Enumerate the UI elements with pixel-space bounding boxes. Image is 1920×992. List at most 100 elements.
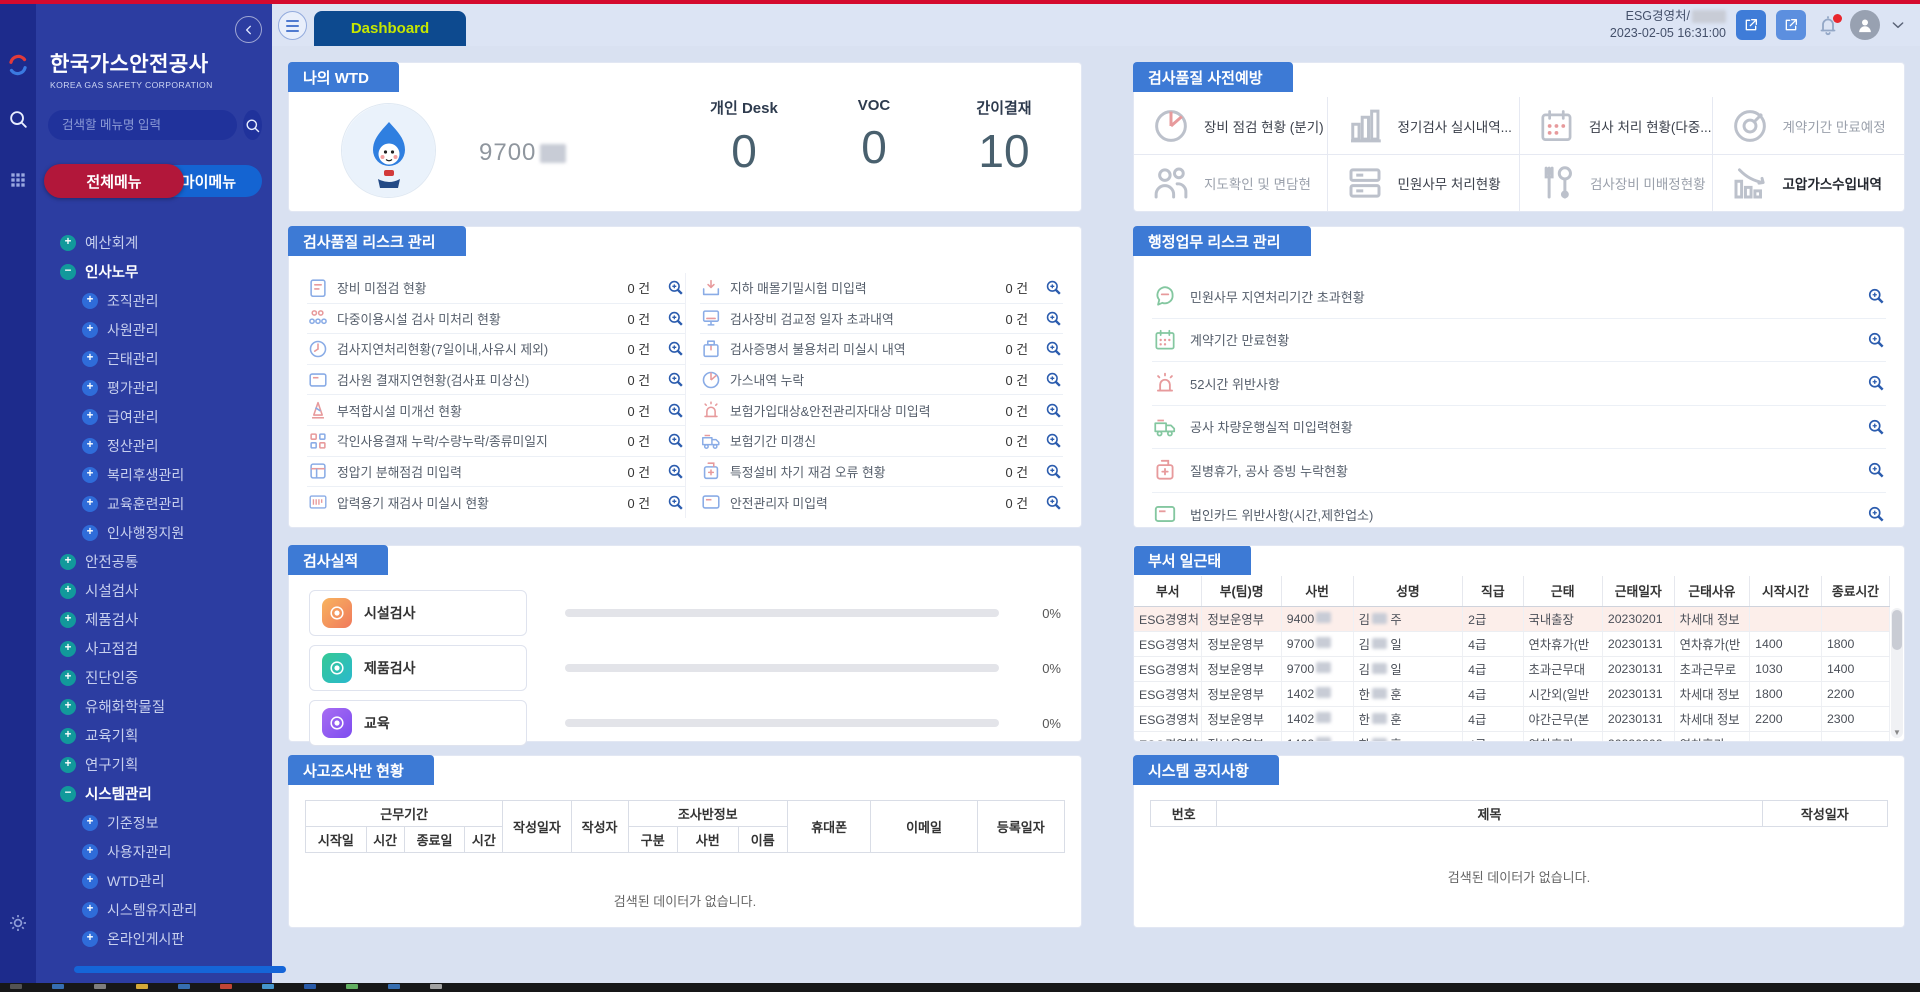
magnifier-icon[interactable] — [666, 431, 685, 450]
sidebar-item-sys-maintenance[interactable]: +시스템유지관리 — [36, 895, 272, 924]
column-header[interactable]: 직급 — [1463, 576, 1523, 606]
prevention-item-contract-expiry[interactable]: 계약기간 만료예정 — [1712, 97, 1905, 154]
admin-risk-row[interactable]: 법인카드 위반사항(시간,제한업소) — [1152, 493, 1886, 537]
stat-personal-desk[interactable]: 개인 Desk 0 — [705, 97, 783, 178]
prevention-item-guidance-interview[interactable]: 지도확인 및 면담현 — [1134, 154, 1327, 211]
column-header[interactable]: 부서 — [1134, 576, 1202, 606]
sidebar-item-research-planning[interactable]: +연구기획 — [36, 750, 272, 779]
table-row[interactable]: ESG경영처정보운영부 9400 김 주 2급국내출장 20230201차세대 … — [1134, 606, 1890, 631]
magnifier-icon[interactable] — [1044, 370, 1063, 389]
table-row[interactable]: ESG경영처정보운영부 9700 김 일 4급연차휴가(반 20230131연차… — [1134, 631, 1890, 656]
magnifier-icon[interactable] — [1866, 286, 1886, 306]
admin-risk-row[interactable]: 민원사무 지연처리기간 초과현황 — [1152, 275, 1886, 319]
magnifier-icon[interactable] — [1044, 278, 1063, 297]
sidebar-item-edu-planning[interactable]: +교육기획 — [36, 721, 272, 750]
magnifier-icon[interactable] — [666, 278, 685, 297]
table-row[interactable]: ESG경영처정보운영부 9700 김 일 4급초과근무대 20230131초과근… — [1134, 656, 1890, 681]
magnifier-icon[interactable] — [666, 462, 685, 481]
share-window-button[interactable] — [1776, 10, 1806, 40]
sidebar-item-accident-check[interactable]: +사고점검 — [36, 634, 272, 663]
hamburger-menu-icon[interactable] — [278, 11, 307, 40]
sidebar-collapse-button[interactable] — [235, 16, 262, 43]
sidebar-item-base-info[interactable]: +기준정보 — [36, 808, 272, 837]
open-window-button[interactable] — [1736, 10, 1766, 40]
table-scrollbar[interactable]: ▼ — [1891, 608, 1903, 738]
risk-row[interactable]: 지하 매몰기밀시험 미입력0 건 — [700, 273, 1063, 304]
column-header[interactable]: 사번 — [1281, 576, 1353, 606]
sidebar-item-payroll[interactable]: +급여관리 — [36, 402, 272, 431]
magnifier-icon[interactable] — [1866, 330, 1886, 350]
apps-grid-icon[interactable] — [8, 170, 28, 190]
sidebar-item-budget[interactable]: +예산회계 — [36, 228, 272, 257]
risk-row[interactable]: 정압기 분해점검 미입력0 건 — [307, 457, 685, 488]
admin-risk-row[interactable]: 공사 차량운행실적 미입력현황 — [1152, 406, 1886, 450]
magnifier-icon[interactable] — [666, 339, 685, 358]
risk-row[interactable]: 보험기간 미갱신0 건 — [700, 426, 1063, 457]
sidebar-item-hr[interactable]: −인사노무 — [36, 257, 272, 286]
perf-education-button[interactable]: 교육 — [309, 700, 527, 746]
sidebar-scrollbar[interactable] — [74, 966, 286, 973]
settings-gear-icon[interactable] — [6, 911, 30, 935]
magnifier-icon[interactable] — [1044, 462, 1063, 481]
magnifier-icon[interactable] — [1044, 339, 1063, 358]
column-header[interactable]: 근태사유 — [1674, 576, 1750, 606]
column-header[interactable]: 번호 — [1151, 801, 1217, 827]
magnifier-icon[interactable] — [1866, 373, 1886, 393]
risk-row[interactable]: 검사지연처리현황(7일이내,사유시 제외)0 건 — [307, 334, 685, 365]
sidebar-item-employee[interactable]: +사원관리 — [36, 315, 272, 344]
magnifier-icon[interactable] — [1866, 460, 1886, 480]
risk-row[interactable]: 다중이용시설 검사 미처리 현황0 건 — [307, 304, 685, 335]
sidebar-item-product-inspection[interactable]: +제품검사 — [36, 605, 272, 634]
magnifier-icon[interactable] — [666, 493, 685, 512]
column-header[interactable]: 제목 — [1217, 801, 1762, 827]
sidebar-item-wtd-mgmt[interactable]: +WTD관리 — [36, 866, 272, 895]
admin-risk-row[interactable]: 계약기간 만료현황 — [1152, 319, 1886, 363]
chevron-down-icon[interactable] — [1890, 17, 1906, 33]
magnifier-icon[interactable] — [1866, 504, 1886, 524]
stat-voc[interactable]: VOC 0 — [835, 97, 913, 178]
magnifier-icon[interactable] — [666, 401, 685, 420]
notifications-button[interactable] — [1816, 13, 1840, 37]
sidebar-item-user-mgmt[interactable]: +사용자관리 — [36, 837, 272, 866]
prevention-item-equipment-check[interactable]: 장비 점검 현황 (분기) — [1134, 97, 1327, 154]
table-row[interactable]: ESG경영처정보운영부 1402 한 훈 4급연차휴가 20230202연차휴가 — [1134, 731, 1890, 741]
risk-row[interactable]: 가스내역 누락0 건 — [700, 365, 1063, 396]
table-row[interactable]: ESG경영처정보운영부 1402 한 훈 4급시간외(일반 20230131차세… — [1134, 681, 1890, 706]
risk-row[interactable]: 압력용기 재검사 미실시 현황0 건 — [307, 487, 685, 518]
sidebar-item-evaluation[interactable]: +평가관리 — [36, 373, 272, 402]
sidebar-item-attendance[interactable]: +근태관리 — [36, 344, 272, 373]
sidebar-item-hazardous-chem[interactable]: +유해화학물질 — [36, 692, 272, 721]
prevention-item-hp-gas-import[interactable]: 고압가스수입내역 — [1712, 154, 1905, 211]
risk-row[interactable]: 안전관리자 미입력0 건 — [700, 487, 1063, 518]
perf-facility-button[interactable]: 시설검사 — [309, 590, 527, 636]
scrollbar-thumb[interactable] — [1892, 610, 1902, 650]
admin-risk-row[interactable]: 52시간 위반사항 — [1152, 362, 1886, 406]
sidebar-item-online-board[interactable]: +온라인게시판 — [36, 924, 272, 953]
sidebar-item-welfare[interactable]: +복리후생관리 — [36, 460, 272, 489]
menu-search-input[interactable] — [48, 110, 237, 140]
tab-all-menu[interactable]: 전체메뉴 — [44, 164, 184, 198]
os-taskbar[interactable] — [0, 983, 1920, 992]
prevention-item-unassigned-equipment[interactable]: 검사장비 미배정현황 — [1519, 154, 1712, 211]
column-header[interactable]: 근태일자 — [1602, 576, 1674, 606]
sidebar-item-settlement[interactable]: +정산관리 — [36, 431, 272, 460]
risk-row[interactable]: 특정설비 차기 재검 오류 현황0 건 — [700, 457, 1063, 488]
scrollbar-down-arrow[interactable]: ▼ — [1893, 728, 1901, 737]
sidebar-item-hr-admin[interactable]: +인사행정지원 — [36, 518, 272, 547]
magnifier-icon[interactable] — [1866, 417, 1886, 437]
tab-dashboard[interactable]: Dashboard — [314, 11, 466, 46]
risk-row[interactable]: 검사증명서 불용처리 미실시 내역0 건 — [700, 334, 1063, 365]
magnifier-icon[interactable] — [666, 370, 685, 389]
magnifier-icon[interactable] — [666, 309, 685, 328]
magnifier-icon[interactable] — [1044, 493, 1063, 512]
risk-row[interactable]: 검사원 결재지연현황(검사표 미상신)0 건 — [307, 365, 685, 396]
column-header[interactable]: 부(팀)명 — [1202, 576, 1281, 606]
magnifier-icon[interactable] — [1044, 431, 1063, 450]
prevention-item-civil-affairs[interactable]: 민원사무 처리현황 — [1327, 154, 1520, 211]
search-icon[interactable] — [7, 108, 29, 130]
sidebar-item-system-mgmt[interactable]: −시스템관리 — [36, 779, 272, 808]
stat-quick-approval[interactable]: 간이결재 10 — [965, 97, 1043, 178]
column-header[interactable]: 근태 — [1523, 576, 1602, 606]
column-header[interactable]: 시작시간 — [1750, 576, 1822, 606]
sidebar-item-safety-common[interactable]: +안전공통 — [36, 547, 272, 576]
